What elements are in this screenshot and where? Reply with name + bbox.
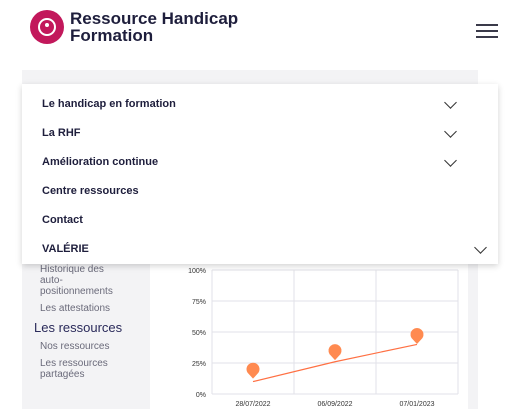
menu-item-rhf[interactable]: La RHF	[22, 117, 498, 145]
data-point	[328, 344, 342, 361]
sidebar-link-attestations[interactable]: Les attestations	[40, 303, 146, 314]
brand-name[interactable]: Ressource Handicap Formation	[70, 10, 238, 44]
menu-item-user[interactable]: VALÉRIE	[22, 233, 498, 261]
chart-panel: 0% 25% 50% 75% 100% 28/07/2022 06/09/2022 07/01…	[150, 262, 468, 409]
menu-item-amelioration[interactable]: Amélioration continue	[22, 146, 498, 174]
menu-item-label: Le handicap en formation	[42, 98, 176, 110]
person-icon	[38, 18, 56, 36]
y-tick-label: 0%	[196, 392, 206, 399]
x-tick-label: 28/07/2022	[235, 401, 270, 408]
y-tick-label: 100%	[188, 268, 206, 275]
hamburger-menu-icon[interactable]	[476, 24, 498, 38]
menu-item-label: Amélioration continue	[42, 156, 159, 168]
sidebar: Historique des auto-positionnements Les …	[34, 264, 146, 386]
chevron-down-icon[interactable]	[444, 96, 457, 109]
y-tick-label: 50%	[192, 330, 206, 337]
brand-line-2: Formation	[70, 26, 154, 45]
menu-item-centre-ressources[interactable]: Centre ressources	[22, 175, 498, 203]
menu-item-label: Centre ressources	[42, 185, 139, 197]
chevron-down-icon[interactable]	[474, 241, 487, 254]
menu-item-handicap-formation[interactable]: Le handicap en formation	[22, 88, 498, 116]
sidebar-link-shared-resources[interactable]: Les ressources partagées	[40, 358, 120, 380]
brand-line-1: Ressource Handicap	[70, 9, 239, 28]
sidebar-link-history[interactable]: Historique des auto-positionnements	[40, 264, 118, 297]
sidebar-link-our-resources[interactable]: Nos ressources	[40, 341, 146, 352]
logo[interactable]	[30, 10, 64, 44]
header: Ressource Handicap Formation	[0, 0, 508, 62]
data-point	[246, 362, 260, 379]
dropdown-menu: Le handicap en formation La RHF Améliora…	[22, 84, 498, 264]
chevron-down-icon[interactable]	[444, 154, 457, 167]
x-tick-label: 06/09/2022	[317, 401, 352, 408]
progress-chart: 0% 25% 50% 75% 100% 28/07/2022 06/09/2022 07/01…	[188, 268, 459, 408]
menu-item-label: Contact	[42, 214, 83, 226]
menu-item-contact[interactable]: Contact	[22, 204, 498, 232]
chevron-down-icon[interactable]	[444, 125, 457, 138]
x-tick-label: 07/01/2023	[399, 401, 434, 408]
y-tick-label: 75%	[192, 299, 206, 306]
data-point	[410, 327, 424, 344]
menu-item-label: VALÉRIE	[42, 243, 89, 255]
y-tick-label: 25%	[192, 361, 206, 368]
menu-item-label: La RHF	[42, 127, 81, 139]
sidebar-section-resources: Les ressources	[34, 320, 123, 335]
